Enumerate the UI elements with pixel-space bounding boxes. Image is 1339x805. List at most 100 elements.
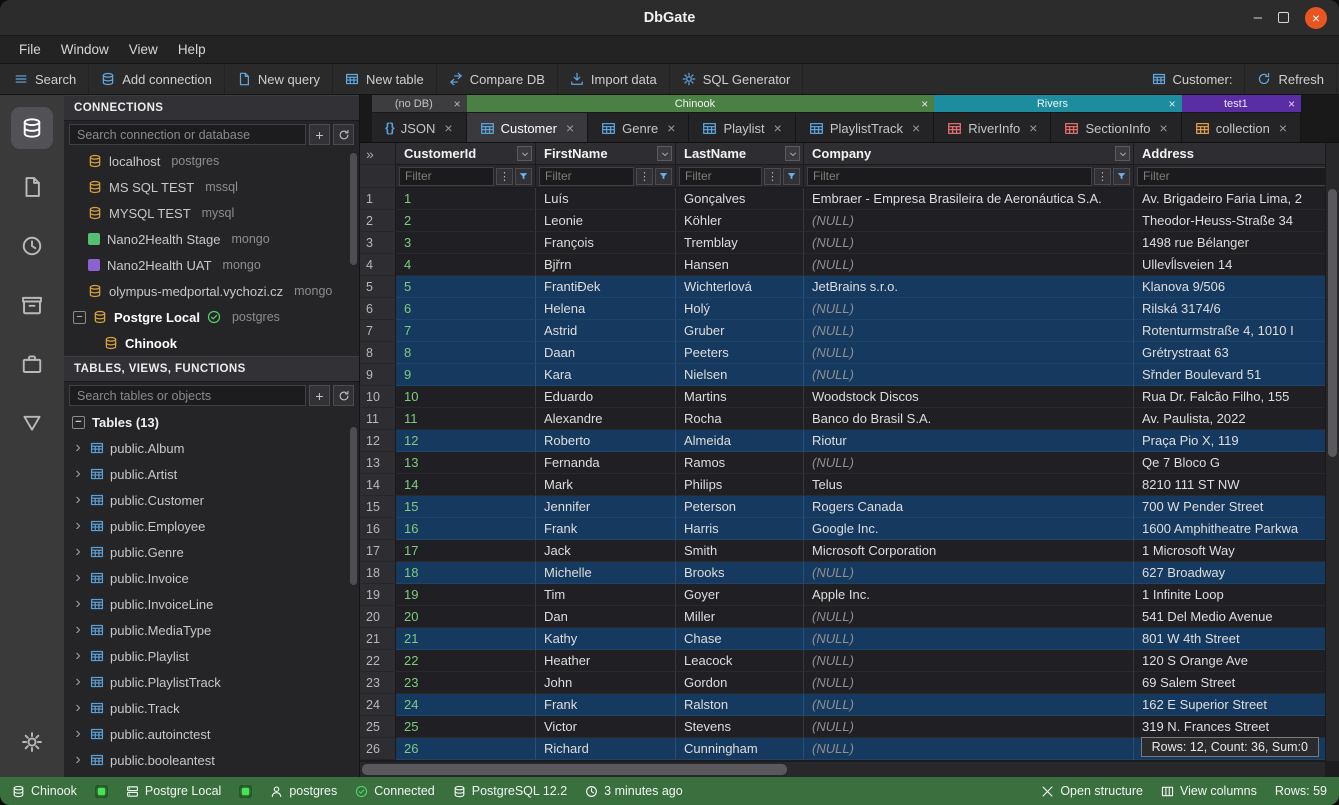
refresh-tables-button[interactable] <box>333 385 354 406</box>
grid-cell[interactable]: Rotenturmstraße 4, 1010 I <box>1134 320 1339 342</box>
toolbar-search[interactable]: Search <box>2 64 89 94</box>
grid-cell[interactable]: 627 Broadway <box>1134 562 1339 584</box>
add-connection-icon-button[interactable]: + <box>309 124 330 145</box>
row-number[interactable]: 12 <box>360 430 396 452</box>
grid-vertical-scrollbar[interactable] <box>1325 143 1339 761</box>
grid-cell[interactable]: Almeida <box>676 430 804 452</box>
row-number[interactable]: 15 <box>360 496 396 518</box>
grid-cell[interactable]: 18 <box>396 562 536 584</box>
grid-cell[interactable]: 801 W 4th Street <box>1134 628 1339 650</box>
collapse-icon[interactable]: − <box>73 311 86 324</box>
grid-cell[interactable]: (NULL) <box>804 716 1134 738</box>
grid-cell[interactable]: John <box>536 672 676 694</box>
status-view-columns[interactable]: View columns <box>1161 784 1257 798</box>
column-menu-button[interactable] <box>1115 146 1130 161</box>
filter-menu-button[interactable]: ⋮ <box>636 168 653 185</box>
tables-scrollbar[interactable] <box>350 427 357 585</box>
grid-cell[interactable]: Woodstock Discos <box>804 386 1134 408</box>
chevron-right-icon[interactable]: › <box>72 674 84 690</box>
grid-cell[interactable]: Stevens <box>676 716 804 738</box>
tab-customer[interactable]: Customer × <box>467 113 589 143</box>
close-icon[interactable]: × <box>912 120 920 136</box>
grid-cell[interactable]: Gruber <box>676 320 804 342</box>
grid-cell[interactable]: Richard <box>536 738 676 760</box>
grid-cell[interactable]: 26 <box>396 738 536 760</box>
connection-ms-sql-test[interactable]: MS SQL TEST mssql <box>64 174 359 200</box>
status-rows-59[interactable]: Rows: 59 <box>1275 784 1327 798</box>
tab-collection[interactable]: collection × <box>1182 113 1301 143</box>
grid-cell[interactable]: (NULL) <box>804 628 1134 650</box>
collapse-icon[interactable]: − <box>72 416 85 429</box>
column-menu-button[interactable] <box>785 146 800 161</box>
grid-cell[interactable]: 17 <box>396 540 536 562</box>
grid-cell[interactable]: Nielsen <box>676 364 804 386</box>
menu-file[interactable]: File <box>10 39 50 60</box>
toolbar-new-table[interactable]: New table <box>333 64 437 94</box>
chevron-right-icon[interactable]: › <box>72 544 84 560</box>
row-number[interactable]: 9 <box>360 364 396 386</box>
close-icon[interactable]: × <box>1160 120 1168 136</box>
filter-input-customerid[interactable] <box>399 167 494 186</box>
row-number[interactable]: 13 <box>360 452 396 474</box>
grid-cell[interactable]: Roberto <box>536 430 676 452</box>
tab-group-label-chinook[interactable]: Chinook × <box>467 95 935 112</box>
grid-cell[interactable]: 10 <box>396 386 536 408</box>
grid-cell[interactable]: Apple Inc. <box>804 584 1134 606</box>
connection-chinook[interactable]: Chinook <box>64 330 359 356</box>
grid-cell[interactable]: (NULL) <box>804 254 1134 276</box>
filter-input-firstname[interactable] <box>539 167 634 186</box>
grid-cell[interactable]: François <box>536 232 676 254</box>
grid-cell[interactable]: 16 <box>396 518 536 540</box>
grid-cell[interactable]: Brooks <box>676 562 804 584</box>
row-number[interactable]: 10 <box>360 386 396 408</box>
grid-cell[interactable]: 8 <box>396 342 536 364</box>
row-number[interactable]: 5 <box>360 276 396 298</box>
row-number[interactable]: 23 <box>360 672 396 694</box>
chevron-right-icon[interactable]: › <box>72 492 84 508</box>
close-icon[interactable]: × <box>1169 97 1176 111</box>
grid-cell[interactable]: 22 <box>396 650 536 672</box>
column-menu-button[interactable] <box>657 146 672 161</box>
grid-cell[interactable]: Ullevĺlsveien 14 <box>1134 254 1339 276</box>
grid-cell[interactable]: Ralston <box>676 694 804 716</box>
row-number[interactable]: 8 <box>360 342 396 364</box>
grid-cell[interactable]: Google Inc. <box>804 518 1134 540</box>
grid-cell[interactable]: 120 S Orange Ave <box>1134 650 1339 672</box>
grid-cell[interactable]: Daan <box>536 342 676 364</box>
grid-cell[interactable]: (NULL) <box>804 320 1134 342</box>
grid-cell[interactable]: Mark <box>536 474 676 496</box>
refresh-connections-button[interactable] <box>333 124 354 145</box>
table-item-public-employee[interactable]: › public.Employee <box>64 513 359 539</box>
connections-search-input[interactable] <box>69 124 306 145</box>
grid-cell[interactable]: Embraer - Empresa Brasileira de Aeronáut… <box>804 188 1134 210</box>
grid-cell[interactable]: 1 Microsoft Way <box>1134 540 1339 562</box>
grid-cell[interactable]: Miller <box>676 606 804 628</box>
close-icon[interactable]: × <box>1279 120 1287 136</box>
grid-cell[interactable]: Ramos <box>676 452 804 474</box>
grid-cell[interactable]: 21 <box>396 628 536 650</box>
table-item-public-artist[interactable]: › public.Artist <box>64 461 359 487</box>
grid-cell[interactable]: Chase <box>676 628 804 650</box>
status-postgres[interactable]: postgres <box>270 784 337 798</box>
grid-cell[interactable]: Luís <box>536 188 676 210</box>
grid-cell[interactable]: 319 N. Frances Street <box>1134 716 1339 738</box>
table-item-public-autoinctest[interactable]: › public.autoinctest <box>64 721 359 747</box>
filter-funnel-button[interactable] <box>783 168 800 185</box>
row-number[interactable]: 22 <box>360 650 396 672</box>
grid-cell[interactable]: Gonçalves <box>676 188 804 210</box>
chevron-right-icon[interactable]: › <box>72 648 84 664</box>
row-number[interactable]: 25 <box>360 716 396 738</box>
grid-cell[interactable]: Rogers Canada <box>804 496 1134 518</box>
grid-cell[interactable]: Tim <box>536 584 676 606</box>
grid-cell[interactable]: 1600 Amphitheatre Parkwa <box>1134 518 1339 540</box>
grid-cell[interactable]: 8210 111 ST NW <box>1134 474 1339 496</box>
toolbar-import-data[interactable]: Import data <box>558 64 670 94</box>
grid-cell[interactable]: (NULL) <box>804 452 1134 474</box>
connection-postgre-local[interactable]: − Postgre Local postgres <box>64 304 359 330</box>
grid-cell[interactable]: (NULL) <box>804 232 1134 254</box>
grid-cell[interactable]: 24 <box>396 694 536 716</box>
grid-cell[interactable]: Wichterlová <box>676 276 804 298</box>
grid-cell[interactable]: Martins <box>676 386 804 408</box>
grid-cell[interactable]: 1 <box>396 188 536 210</box>
grid-cell[interactable]: JetBrains s.r.o. <box>804 276 1134 298</box>
